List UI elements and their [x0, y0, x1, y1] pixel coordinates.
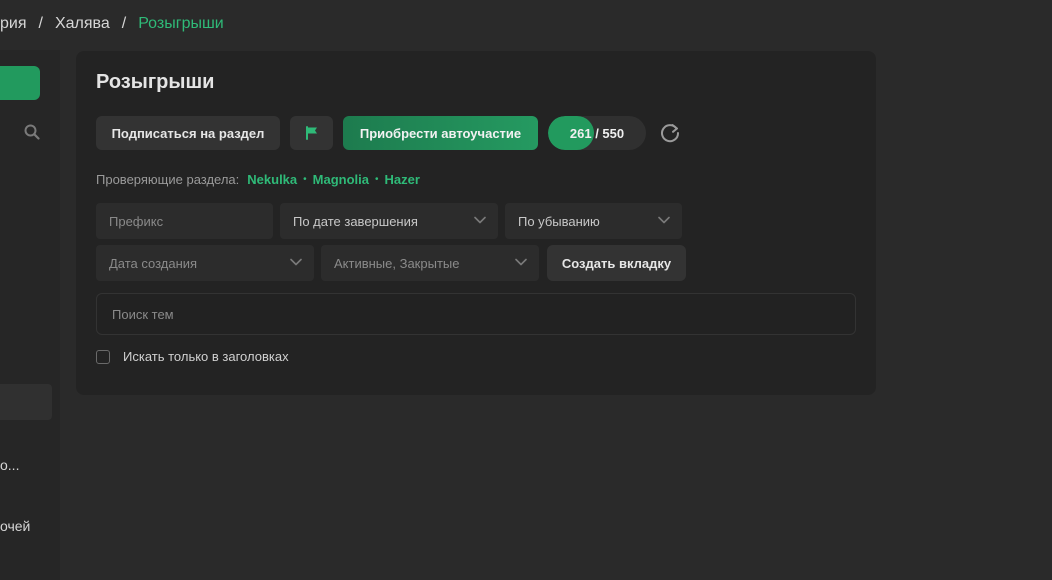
order-value: По убыванию — [518, 213, 600, 229]
creation-date-select[interactable]: Дата создания — [96, 245, 314, 281]
titles-only-option[interactable]: Искать только в заголовках — [96, 349, 289, 364]
search-icon[interactable] — [24, 124, 40, 140]
breadcrumb-separator: / — [38, 15, 43, 32]
breadcrumb-item[interactable]: Халява — [55, 15, 110, 33]
sidebar-item[interactable]: очей — [0, 518, 30, 534]
breadcrumb-current: Розыгрыши — [138, 15, 224, 32]
sort-select[interactable]: По дате завершения — [280, 203, 498, 239]
create-tab-button[interactable]: Создать вкладку — [547, 245, 686, 281]
sidebar-item[interactable]: о... — [0, 457, 19, 473]
moderator-separator: • — [375, 174, 379, 185]
titles-only-label: Искать только в заголовках — [123, 349, 289, 364]
page-title: Розыгрыши — [96, 71, 215, 93]
search-placeholder: Поиск тем — [112, 306, 174, 322]
breadcrumb-separator: / — [121, 15, 127, 32]
giveaways-panel: Розыгрыши Подписаться на раздел Приобрес… — [76, 51, 876, 395]
order-select[interactable]: По убыванию — [505, 203, 682, 239]
prefix-placeholder: Префикс — [109, 213, 164, 229]
titles-only-checkbox[interactable] — [96, 349, 110, 364]
buy-auto-participation-button[interactable]: Приобрести автоучастие — [343, 116, 538, 150]
moderator-link[interactable]: Nekulka — [247, 172, 297, 187]
flag-icon — [305, 126, 317, 140]
search-input[interactable]: Поиск тем — [96, 293, 856, 335]
section-moderators: Проверяющие раздела: Nekulka • Magnolia … — [96, 172, 420, 187]
chevron-down-icon — [515, 258, 527, 266]
sidebar-primary-button[interactable] — [0, 66, 40, 100]
moderators-label: Проверяющие раздела: — [96, 172, 240, 187]
chevron-down-icon — [290, 258, 302, 266]
moderator-link[interactable]: Hazer — [385, 172, 420, 187]
moderator-separator: • — [303, 174, 307, 185]
breadcrumb: рия / Халява / Розыгрыши — [0, 13, 224, 35]
breadcrumb-item[interactable]: рия — [0, 15, 27, 33]
chevron-down-icon — [474, 216, 486, 224]
sort-value: По дате завершения — [293, 213, 418, 229]
state-select[interactable]: Активные, Закрытые — [321, 245, 539, 281]
participation-counter: 261 / 550 — [548, 116, 646, 150]
sidebar: о... очей — [0, 50, 60, 580]
state-value: Активные, Закрытые — [334, 255, 460, 271]
refresh-icon[interactable] — [659, 122, 681, 144]
subscribe-button[interactable]: Подписаться на раздел — [96, 116, 280, 150]
moderator-link[interactable]: Magnolia — [313, 172, 369, 187]
counter-text: 261 / 550 — [569, 125, 625, 141]
sidebar-item-active[interactable] — [0, 384, 52, 420]
flag-button[interactable] — [290, 116, 333, 150]
chevron-down-icon — [658, 216, 670, 224]
creation-date-placeholder: Дата создания — [109, 255, 198, 271]
prefix-select[interactable]: Префикс — [96, 203, 273, 239]
